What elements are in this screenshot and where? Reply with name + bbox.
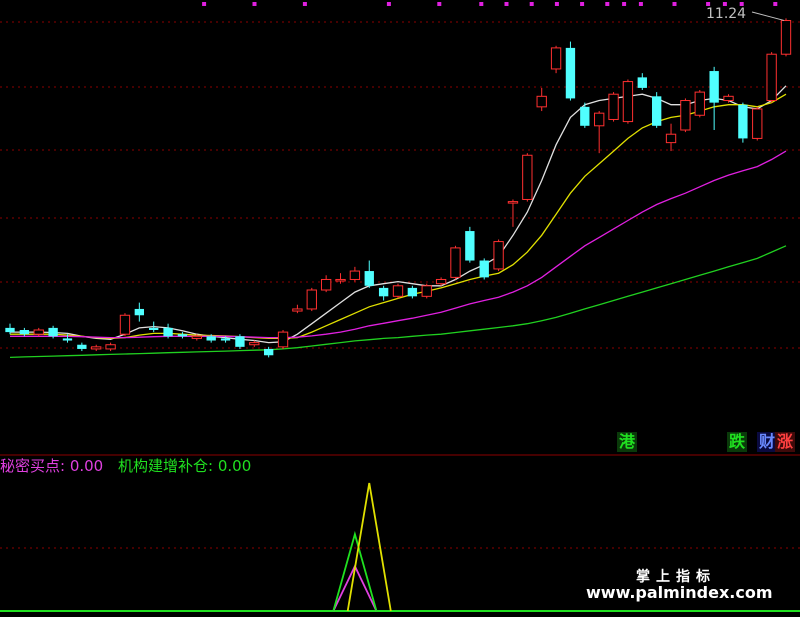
candle-body-up bbox=[306, 289, 317, 310]
ma-line bbox=[10, 150, 787, 339]
candle-body-down bbox=[651, 96, 662, 126]
candle-body-up bbox=[33, 329, 44, 335]
candle-body-up bbox=[680, 100, 691, 131]
current-price-label: 11.24 bbox=[706, 6, 747, 22]
candle-body-down bbox=[19, 330, 30, 335]
candle-body-up bbox=[421, 285, 432, 297]
candle-body-up bbox=[191, 335, 202, 339]
top-markers bbox=[202, 2, 778, 6]
top-marker bbox=[386, 2, 391, 6]
candles bbox=[5, 11, 792, 358]
top-marker bbox=[202, 2, 207, 6]
candle-body-down bbox=[163, 327, 173, 337]
candle-body-down bbox=[235, 336, 245, 347]
candle-body-down bbox=[364, 271, 374, 286]
candle-body-down bbox=[149, 327, 159, 330]
top-marker bbox=[504, 2, 509, 6]
indicator-legend: 秘密买点: 0.00 机构建增补仓: 0.00 bbox=[0, 455, 251, 476]
candle-body-down bbox=[738, 104, 748, 139]
candle-body-down bbox=[580, 106, 590, 126]
legend-institution-add: 机构建增补仓: 0.00 bbox=[118, 457, 252, 475]
top-marker bbox=[672, 2, 677, 6]
candle-body-up bbox=[507, 201, 519, 204]
candle-body-up bbox=[392, 285, 404, 297]
candle-body-down bbox=[479, 260, 489, 278]
candle-body-up bbox=[608, 93, 619, 120]
top-marker bbox=[479, 2, 484, 6]
candle-body-up bbox=[320, 278, 332, 291]
candle-body-down bbox=[177, 334, 188, 337]
candle-body-up bbox=[249, 342, 260, 346]
candle-body-up bbox=[105, 344, 116, 350]
ma-line bbox=[10, 93, 787, 340]
candle-body-up bbox=[694, 91, 705, 116]
ma-line bbox=[9, 245, 787, 359]
candle-body-up bbox=[752, 108, 763, 139]
candle-body-up bbox=[493, 241, 504, 270]
tag-gang[interactable]: 港 bbox=[617, 432, 638, 452]
candle-body-up bbox=[349, 270, 361, 280]
candle-body-down bbox=[378, 287, 389, 297]
candle-body-down bbox=[407, 287, 418, 297]
tag-cai[interactable]: 财 bbox=[757, 432, 778, 452]
top-marker bbox=[773, 2, 778, 6]
candle-body-down bbox=[62, 338, 73, 341]
candle-body-down bbox=[465, 231, 475, 261]
candle-body-down bbox=[709, 71, 719, 103]
price-pointer bbox=[751, 11, 785, 21]
candle-body-up bbox=[335, 278, 346, 282]
candlestick-chart bbox=[0, 2, 800, 612]
candle-body-down bbox=[5, 327, 15, 333]
candle-body-down bbox=[134, 308, 145, 316]
candle-body-down bbox=[48, 327, 58, 337]
candle-body-up bbox=[780, 20, 792, 55]
candle-body-up bbox=[594, 112, 605, 127]
candle-body-up bbox=[536, 95, 547, 108]
top-marker bbox=[529, 2, 534, 6]
candle-body-down bbox=[77, 344, 87, 349]
candle-body-up bbox=[292, 308, 303, 312]
top-marker bbox=[437, 2, 442, 6]
candle-body-up bbox=[91, 346, 102, 350]
candle-body-down bbox=[637, 77, 647, 88]
top-marker bbox=[554, 2, 559, 6]
tag-die[interactable]: 跌 bbox=[727, 432, 748, 452]
candle-body-up bbox=[723, 95, 734, 102]
indicator-panel bbox=[332, 482, 392, 612]
top-marker bbox=[605, 2, 610, 6]
candle-body-up bbox=[277, 331, 289, 348]
candle-body-up bbox=[622, 81, 634, 123]
top-marker bbox=[580, 2, 585, 6]
top-marker bbox=[252, 2, 257, 6]
candle-body-down bbox=[220, 338, 231, 341]
candle-body-up bbox=[450, 247, 461, 278]
candle-body-up bbox=[550, 47, 562, 70]
candle-body-up bbox=[435, 278, 447, 285]
candle-body-down bbox=[206, 336, 216, 341]
candle-body-down bbox=[565, 47, 576, 99]
candle-body-up bbox=[766, 53, 777, 102]
indicator-spike bbox=[346, 482, 392, 612]
watermark-url: www.palmindex.com bbox=[586, 583, 773, 602]
top-marker bbox=[302, 2, 307, 6]
candle-body-down bbox=[263, 348, 274, 356]
top-marker bbox=[638, 2, 643, 6]
candle-body-up bbox=[522, 154, 533, 200]
candle-body-up bbox=[119, 314, 131, 335]
top-marker bbox=[622, 2, 627, 6]
tag-zhang[interactable]: 涨 bbox=[775, 432, 796, 452]
ma-line bbox=[10, 85, 787, 344]
candle-body-up bbox=[665, 133, 677, 144]
legend-secret-buy: 秘密买点: 0.00 bbox=[0, 457, 104, 475]
